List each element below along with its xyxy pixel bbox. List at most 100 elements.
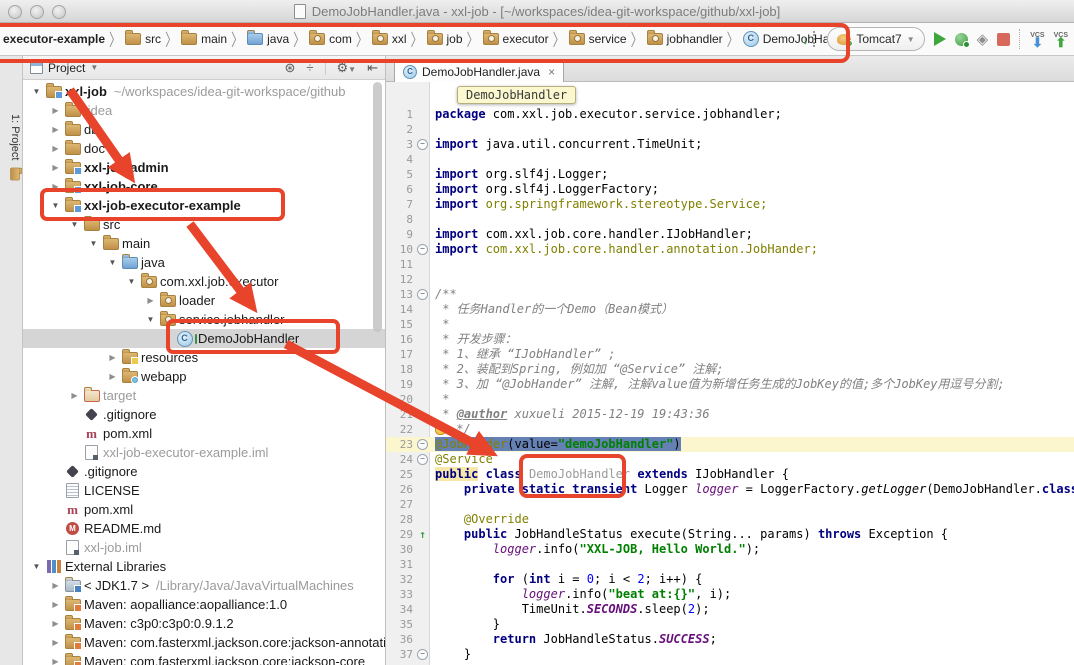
tree-row-xxl-job-executor-example-iml[interactable]: xxl-job-executor-example.iml [23, 443, 385, 462]
chevron-collapsed-icon[interactable]: ▶ [105, 372, 120, 381]
tree-row-xxl-job-executor-example[interactable]: ▼xxl-job-executor-example [23, 196, 385, 215]
chevron-collapsed-icon[interactable]: ▶ [48, 182, 63, 191]
code-line-6[interactable]: 6import org.slf4j.LoggerFactory; [386, 182, 1074, 197]
fold-icon[interactable]: − [417, 439, 428, 450]
tree-row-java[interactable]: ▼java [23, 253, 385, 272]
run-configuration-selector[interactable]: Tomcat7 ▼ [827, 27, 924, 51]
code-line-4[interactable]: 4 [386, 152, 1074, 167]
overrides-icon[interactable]: ↑ [419, 527, 426, 542]
tree-row-service-jobhandler[interactable]: ▼service.jobhandler [23, 310, 385, 329]
breadcrumb-item-xxl[interactable]: xxl [372, 32, 407, 46]
tree-row-resources[interactable]: ▶resources [23, 348, 385, 367]
tree-row-xxl-job-iml[interactable]: xxl-job.iml [23, 538, 385, 557]
fold-icon[interactable]: − [417, 649, 428, 660]
code-line-24[interactable]: 24−@Service [386, 452, 1074, 467]
code-line-32[interactable]: 32 for (int i = 0; i < 2; i++) { [386, 572, 1074, 587]
chevron-expanded-icon[interactable]: ▼ [29, 87, 44, 96]
code-line-2[interactable]: 2 [386, 122, 1074, 137]
chevron-expanded-icon[interactable]: ▼ [124, 277, 139, 286]
code-line-3[interactable]: 3−import java.util.concurrent.TimeUnit; [386, 137, 1074, 152]
code-line-18[interactable]: 18 * 2、装配到Spring, 例如加 “@Service” 注解; [386, 362, 1074, 377]
chevron-collapsed-icon[interactable]: ▶ [48, 581, 63, 590]
code-line-26[interactable]: 26 private static transient Logger logge… [386, 482, 1074, 497]
locate-icon[interactable]: ⊛ [284, 60, 295, 76]
code-line-10[interactable]: 10−import com.xxl.job.core.handler.annot… [386, 242, 1074, 257]
tree-row--gitignore[interactable]: .gitignore [23, 462, 385, 481]
code-line-36[interactable]: 36 return JobHandleStatus.SUCCESS; [386, 632, 1074, 647]
chevron-collapsed-icon[interactable]: ▶ [105, 353, 120, 362]
code-line-12[interactable]: 12 [386, 272, 1074, 287]
hide-navbar-icon[interactable]: ↓ [802, 32, 809, 47]
tree-row-doc[interactable]: ▶doc [23, 139, 385, 158]
code-line-37[interactable]: 37− } [386, 647, 1074, 662]
chevron-expanded-icon[interactable]: ▼ [143, 315, 158, 324]
breadcrumb-item-main[interactable]: main [181, 32, 227, 46]
chevron-collapsed-icon[interactable]: ▶ [67, 391, 82, 400]
fold-icon[interactable]: − [417, 289, 428, 300]
tree-row-db[interactable]: ▶db [23, 120, 385, 139]
zoom-window-button[interactable] [52, 5, 66, 19]
code-line-22[interactable]: 22 */ [386, 422, 1074, 437]
chevron-collapsed-icon[interactable]: ▶ [48, 144, 63, 153]
code-line-30[interactable]: 30 logger.info("XXL-JOB, Hello World."); [386, 542, 1074, 557]
chevron-collapsed-icon[interactable]: ▶ [143, 296, 158, 305]
code-line-21[interactable]: 21 * @author xuxueli 2015-12-19 19:43:36 [386, 407, 1074, 422]
chevron-collapsed-icon[interactable]: ▶ [48, 638, 63, 647]
tree-row--gitignore[interactable]: .gitignore [23, 405, 385, 424]
scrollbar[interactable] [373, 82, 382, 332]
code-line-16[interactable]: 16 * 开发步骤： [386, 332, 1074, 347]
debug-button[interactable] [955, 33, 968, 46]
code-line-11[interactable]: 11 [386, 257, 1074, 272]
code-line-14[interactable]: 14 * 任务Handler的一个Demo（Bean模式） [386, 302, 1074, 317]
coverage-button[interactable]: ◈ [977, 33, 989, 46]
fold-icon[interactable]: − [417, 454, 428, 465]
code-line-23[interactable]: 23−@JobHander(value="demoJobHandler") [386, 437, 1074, 452]
editor-tab-demojobhandler[interactable]: DemoJobHandler.java × [394, 60, 564, 82]
editor-breadcrumb-tag[interactable]: DemoJobHandler [457, 86, 576, 104]
chevron-expanded-icon[interactable]: ▼ [29, 562, 44, 571]
code-line-27[interactable]: 27 [386, 497, 1074, 512]
vcs-commit-button[interactable]: VCS ⬆ [1054, 32, 1068, 46]
tree-row-maven-c3p0-c3p0-0-9-1-2[interactable]: ▶Maven: c3p0:c3p0:0.9.1.2 [23, 614, 385, 633]
code-line-17[interactable]: 17 * 1、继承 “IJobHandler” ; [386, 347, 1074, 362]
tree-row-main[interactable]: ▼main [23, 234, 385, 253]
tree-row--idea[interactable]: ▶.idea [23, 101, 385, 120]
tree-row--jdk1-7-[interactable]: ▶< JDK1.7 >/Library/Java/JavaVirtualMach… [23, 576, 385, 595]
code-line-7[interactable]: 7import org.springframework.stereotype.S… [386, 197, 1074, 212]
code-line-34[interactable]: 34 TimeUnit.SECONDS.sleep(2); [386, 602, 1074, 617]
code-line-31[interactable]: 31 [386, 557, 1074, 572]
tree-row-xxl-job-admin[interactable]: ▶xxl-job-admin [23, 158, 385, 177]
project-tool-window-button[interactable]: 1: Project [9, 114, 21, 182]
chevron-expanded-icon[interactable]: ▼ [67, 220, 82, 229]
hide-panel-icon[interactable]: ⇤ [367, 60, 378, 76]
chevron-expanded-icon[interactable]: ▼ [86, 239, 101, 248]
gear-icon[interactable]: ⚙▼ [337, 60, 357, 76]
stop-button[interactable] [997, 33, 1010, 46]
breadcrumb-item-service[interactable]: service [569, 32, 627, 46]
fold-icon[interactable]: − [417, 244, 428, 255]
code-line-8[interactable]: 8 [386, 212, 1074, 227]
code-line-28[interactable]: 28 @Override [386, 512, 1074, 527]
tree-row-target[interactable]: ▶target [23, 386, 385, 405]
code-line-20[interactable]: 20 * [386, 392, 1074, 407]
tree-row-maven-com-fasterxml-jackson-core-jackson-annotations[interactable]: ▶Maven: com.fasterxml.jackson.core:jacks… [23, 633, 385, 652]
tree-row-loader[interactable]: ▶loader [23, 291, 385, 310]
breadcrumb-item-java[interactable]: java [247, 32, 289, 46]
breadcrumb-item-executor[interactable]: executor [483, 32, 549, 46]
tree-row-demojobhandler[interactable]: DemoJobHandler [23, 329, 385, 348]
code-area[interactable]: 1package com.xxl.job.executor.service.jo… [386, 107, 1074, 662]
chevron-expanded-icon[interactable]: ▼ [48, 201, 63, 210]
tree-row-com-xxl-job-executor[interactable]: ▼com.xxl.job.executor [23, 272, 385, 291]
minimize-window-button[interactable] [30, 5, 44, 19]
code-line-1[interactable]: 1package com.xxl.job.executor.service.jo… [386, 107, 1074, 122]
chevron-collapsed-icon[interactable]: ▶ [48, 125, 63, 134]
breadcrumb-item-src[interactable]: src [125, 32, 161, 46]
code-line-5[interactable]: 5import org.slf4j.Logger; [386, 167, 1074, 182]
collapse-all-icon[interactable]: ÷ [306, 60, 313, 75]
close-tab-icon[interactable]: × [548, 65, 555, 79]
code-line-19[interactable]: 19 * 3、加 “@JobHander” 注解, 注解value值为新增任务生… [386, 377, 1074, 392]
tree-row-maven-com-fasterxml-jackson-core-jackson-core[interactable]: ▶Maven: com.fasterxml.jackson.core:jacks… [23, 652, 385, 665]
breadcrumb-item-executor-example[interactable]: executor-example [3, 32, 105, 46]
code-line-33[interactable]: 33 logger.info("beat at:{}", i); [386, 587, 1074, 602]
vcs-update-button[interactable]: VCS ⬇ [1030, 32, 1044, 46]
